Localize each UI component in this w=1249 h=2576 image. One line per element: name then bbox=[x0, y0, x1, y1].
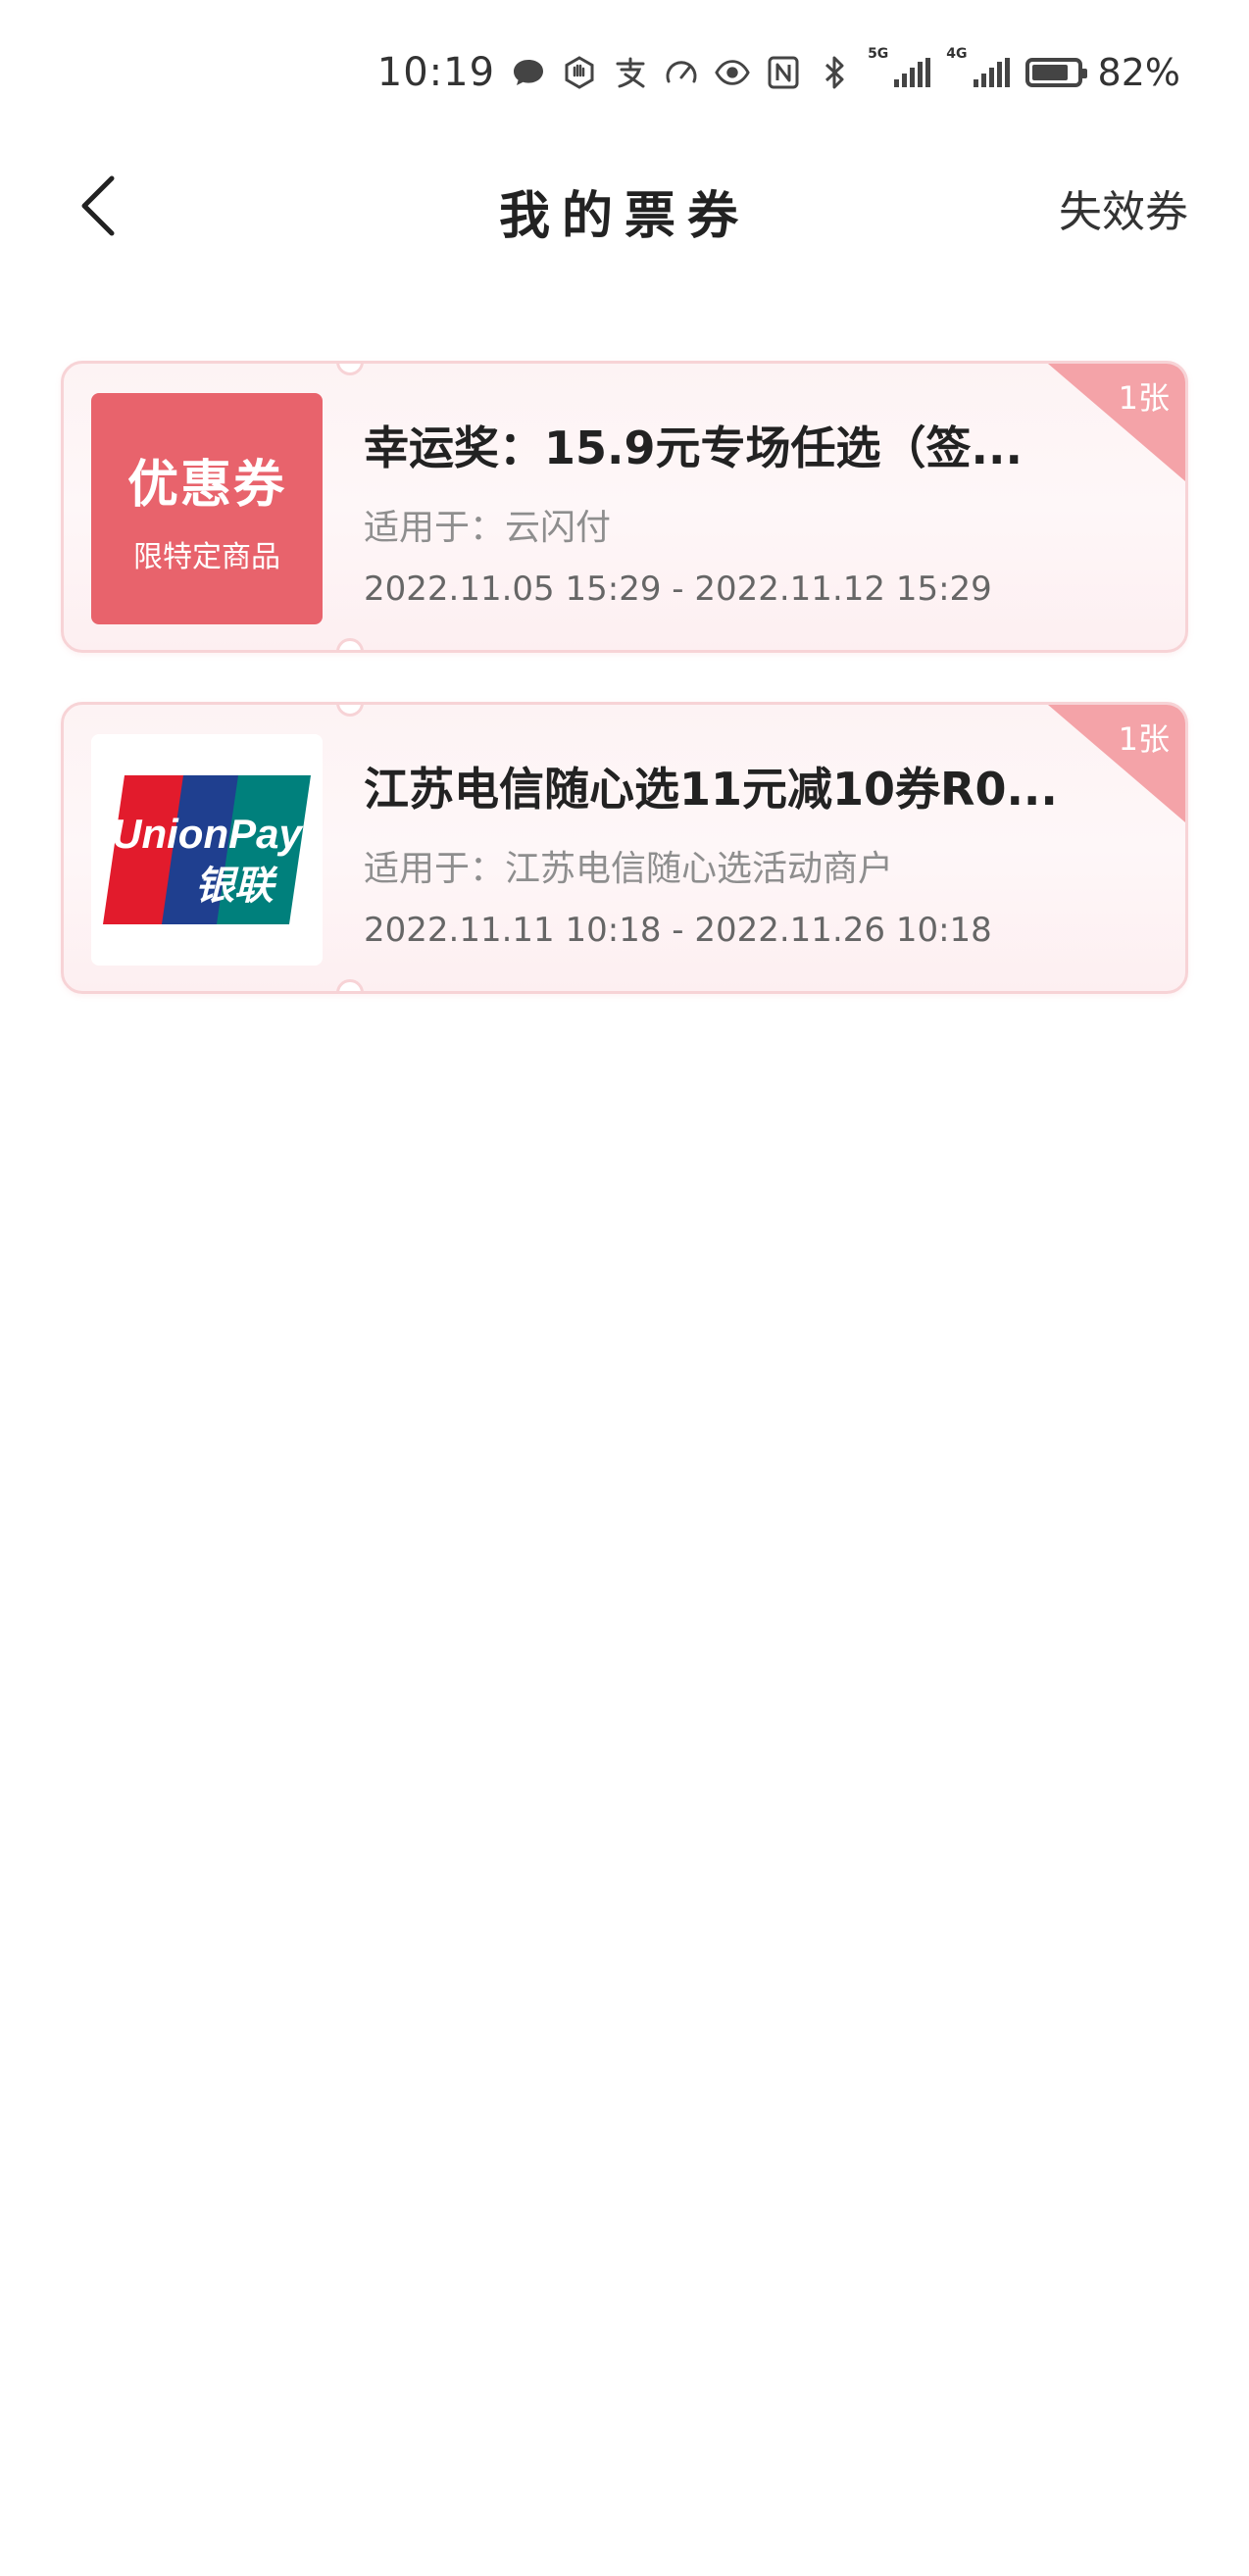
coupon-info: 幸运奖：15.9元专场任选（签... 适用于：云闪付 2022.11.05 15… bbox=[364, 413, 1148, 609]
coupon-thumbnail: 优惠券 限特定商品 bbox=[91, 393, 323, 624]
coupon-card[interactable]: 1张 UnionPay 银联 江苏电信随心选11元减10券R0... 适用于：江… bbox=[61, 702, 1188, 994]
alipay-icon bbox=[613, 55, 648, 90]
message-icon bbox=[511, 55, 546, 90]
nfc-icon bbox=[766, 55, 801, 90]
notch bbox=[336, 979, 364, 991]
coupon-title: 江苏电信随心选11元减10券R0... bbox=[364, 763, 1058, 816]
network-5g-label: 5G bbox=[868, 46, 889, 62]
expired-coupons-link[interactable]: 失效券 bbox=[1059, 176, 1188, 239]
unionpay-logo-icon: UnionPay 银联 bbox=[103, 775, 311, 924]
network-4g-label: 4G bbox=[946, 46, 968, 62]
coupon-thumbnail: UnionPay 银联 bbox=[91, 734, 323, 966]
coupon-title: 幸运奖：15.9元专场任选（签... bbox=[364, 421, 1023, 474]
notch bbox=[336, 705, 364, 717]
coupon-validity: 2022.11.11 10:18 - 2022.11.26 10:18 bbox=[364, 911, 992, 950]
signal-5g-icon bbox=[894, 58, 931, 87]
bluetooth-icon bbox=[817, 55, 852, 90]
coupon-card[interactable]: 1张 优惠券 限特定商品 幸运奖：15.9元专场任选（签... 适用于：云闪付 … bbox=[61, 361, 1188, 653]
thumbnail-subtitle: 限特定商品 bbox=[133, 539, 280, 574]
coupon-applicable: 适用于：云闪付 bbox=[364, 508, 612, 548]
coupon-list: 1张 优惠券 限特定商品 幸运奖：15.9元专场任选（签... 适用于：云闪付 … bbox=[61, 361, 1188, 1043]
coupon-validity: 2022.11.05 15:29 - 2022.11.12 15:29 bbox=[364, 570, 992, 609]
status-bar: 10:19 5G 4G 82% bbox=[0, 0, 1249, 137]
battery-percent: 82% bbox=[1097, 51, 1180, 94]
hand-icon bbox=[562, 55, 597, 90]
notch bbox=[336, 638, 364, 650]
battery-icon bbox=[1024, 58, 1087, 87]
nav-bar: 我的票券 失效券 bbox=[0, 147, 1249, 265]
eye-icon bbox=[715, 55, 750, 90]
unionpay-logo-en: UnionPay bbox=[112, 811, 304, 857]
speed-icon bbox=[664, 55, 699, 90]
battery-level bbox=[1031, 65, 1068, 80]
signal-4g-icon bbox=[973, 58, 1010, 87]
coupon-applicable: 适用于：江苏电信随心选活动商户 bbox=[364, 849, 894, 889]
status-time: 10:19 bbox=[376, 50, 496, 95]
thumbnail-title: 优惠券 bbox=[126, 455, 286, 515]
unionpay-logo-cn: 银联 bbox=[195, 864, 278, 909]
coupon-info: 江苏电信随心选11元减10券R0... 适用于：江苏电信随心选活动商户 2022… bbox=[364, 754, 1148, 950]
notch bbox=[336, 364, 364, 375]
status-bar-right: 10:19 5G 4G 82% bbox=[377, 43, 1180, 102]
